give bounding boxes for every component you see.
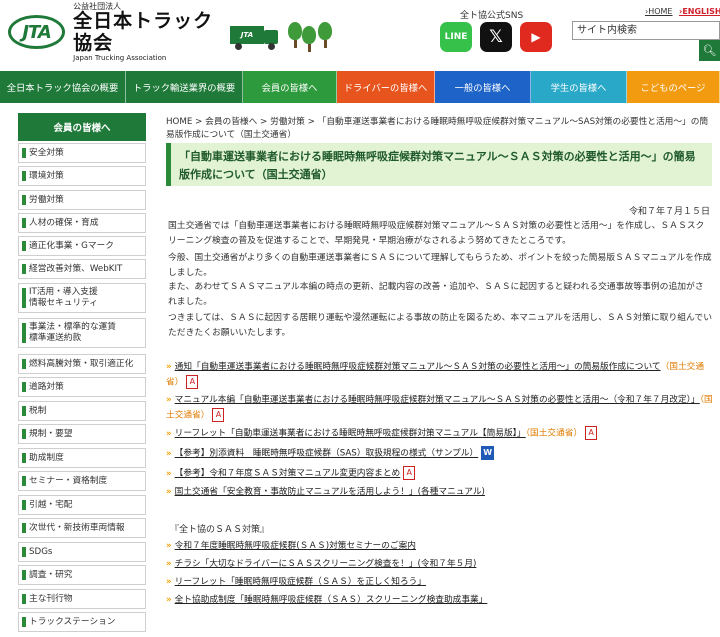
sidebar-item[interactable]: 安全対策 bbox=[18, 143, 146, 163]
site-search-input[interactable] bbox=[572, 21, 720, 40]
sidebar-item[interactable]: 適正化事業・Gマーク bbox=[18, 236, 146, 256]
sidebar-item[interactable]: 税制 bbox=[18, 401, 146, 421]
truck-icon: JTA bbox=[230, 26, 278, 50]
publish-date: 令和７年７月１５日 bbox=[628, 207, 710, 217]
line-icon[interactable]: LINE bbox=[440, 22, 472, 52]
pdf-icon: A bbox=[212, 407, 225, 422]
search-button[interactable]: 🔍︎ bbox=[699, 40, 720, 61]
list-item[interactable]: » 令和７年度睡眠時無呼吸症候群(ＳＡＳ)対策セミナーのご案内 bbox=[166, 540, 714, 554]
pdf-icon: A bbox=[186, 374, 199, 389]
sidebar-item[interactable]: 主な刊行物 bbox=[18, 589, 146, 609]
paragraph: また、あわせてＳＡＳマニュアル本編の時点の更新、記載内容の改善・追加や、ＳＡＳに… bbox=[168, 282, 704, 307]
nav-item-general[interactable]: 一般の皆様へ bbox=[435, 71, 531, 103]
sidebar-item[interactable]: SDGs bbox=[18, 542, 146, 562]
list-item[interactable]: » 国土交通省「安全教育・事故防止マニュアルを活用しよう！」(各種マニュアル) bbox=[166, 486, 714, 500]
nav-item-drivers[interactable]: ドライバーの皆様へ bbox=[337, 71, 435, 103]
english-link[interactable]: ›ENGLISH bbox=[679, 7, 720, 16]
pdf-icon: A bbox=[403, 466, 416, 480]
list-item[interactable]: » チラシ「大切なドライバーにＳＡＳスクリーニング検査を！」(令和７年５月) bbox=[166, 558, 714, 572]
sidebar-item[interactable]: 事業法・標準的な運賃 標準運送約款 bbox=[18, 318, 146, 348]
x-icon[interactable]: 𝕏 bbox=[480, 22, 512, 52]
sidebar-item[interactable]: 労働対策 bbox=[18, 190, 146, 210]
tree-icon bbox=[288, 22, 302, 48]
youtube-icon[interactable]: ▶ bbox=[520, 22, 552, 52]
sidebar-heading: 会員の皆様へ bbox=[18, 113, 146, 141]
sas-section-heading: 『全ト協のＳＡＳ対策』 bbox=[170, 525, 270, 535]
logo-english: Japan Trucking Association bbox=[73, 54, 167, 63]
sidebar-item[interactable]: 人材の確保・育成 bbox=[18, 213, 146, 233]
paragraph: つきましては、ＳＡＳに起因する居眠り運転や漫然運転による事故の防止を図るため、本… bbox=[168, 313, 713, 338]
sidebar-item[interactable]: 燃料高騰対策・取引適正化 bbox=[18, 354, 146, 374]
jta-logo-mark: JTA bbox=[8, 15, 66, 49]
logo-title: 全日本トラック協会 bbox=[73, 9, 214, 54]
breadcrumb[interactable]: HOME > 会員の皆様へ > 労働対策 > 「自動車運送事業者における睡眠時無… bbox=[166, 116, 714, 141]
home-link[interactable]: ›HOME bbox=[645, 7, 672, 16]
sns-label: 全ト協公式SNS bbox=[460, 11, 524, 21]
list-item[interactable]: » 全ト協助成制度「睡眠時無呼吸症候群（ＳＡＳ）スクリーニング検査助成事業」 bbox=[166, 594, 714, 608]
sidebar-item[interactable]: 次世代・新技術車両情報 bbox=[18, 518, 146, 538]
list-item[interactable]: » リーフレット「睡眠時無呼吸症候群（ＳＡＳ）を正しく知ろう」 bbox=[166, 576, 714, 590]
paragraph: 国土交通省では「自動車運送事業者における睡眠時無呼吸症候群対策マニュアル～ＳＡＳ… bbox=[168, 221, 705, 246]
nav-item-kids[interactable]: こどものページ bbox=[627, 71, 720, 103]
global-nav: 全日本トラック協会の概要 トラック輸送業界の概要 会員の皆様へ ドライバーの皆様… bbox=[0, 71, 720, 103]
pdf-icon: A bbox=[585, 426, 598, 440]
sidebar-item[interactable]: 道路対策 bbox=[18, 377, 146, 397]
site-logo[interactable]: JTA 公益社団法人 全日本トラック協会 Japan Trucking Asso… bbox=[8, 2, 232, 62]
tree-icon bbox=[318, 22, 332, 48]
paragraph: 今般、国土交通省がより多くの自動車運送事業者にＳＡＳについて理解してもらうため、… bbox=[168, 253, 712, 278]
nav-item-about[interactable]: 全日本トラック協会の概要 bbox=[0, 71, 126, 103]
sidebar-item[interactable]: 環境対策 bbox=[18, 166, 146, 186]
tree-icon bbox=[302, 26, 316, 52]
page-title: 「自動車運送事業者における睡眠時無呼吸症候群対策マニュアル～ＳＡＳ対策の必要性と… bbox=[166, 143, 712, 186]
site-header: JTA 公益社団法人 全日本トラック協会 Japan Trucking Asso… bbox=[0, 0, 720, 70]
list-item[interactable]: » 【参考】別添資料 睡眠時無呼吸症候群（SAS）取扱規程の様式（サンプル） W bbox=[166, 446, 714, 461]
sidebar-item[interactable]: トラックステーション bbox=[18, 612, 146, 632]
nav-item-students[interactable]: 学生の皆様へ bbox=[531, 71, 627, 103]
word-icon: W bbox=[481, 446, 495, 460]
search-icon: 🔍︎ bbox=[702, 44, 717, 57]
list-item[interactable]: » 通知「自動車運送事業者における睡眠時無呼吸症候群対策マニュアル～ＳＡＳ対策の必… bbox=[166, 361, 714, 390]
sidebar-item[interactable]: 調査・研究 bbox=[18, 565, 146, 585]
list-item[interactable]: » マニュアル本編「自動車運送事業者における睡眠時無呼吸症候群対策マニュアル～ＳＡ… bbox=[166, 394, 714, 423]
list-item[interactable]: » リーフレット「自動車運送事業者における睡眠時無呼吸症候群対策マニュアル【簡易版… bbox=[166, 426, 714, 441]
sidebar-item[interactable]: 規制・要望 bbox=[18, 424, 146, 444]
list-item[interactable]: » 【参考】令和７年度ＳＡＳ対策マニュアル変更内容まとめ A bbox=[166, 466, 714, 481]
sidebar: 会員の皆様へ bbox=[18, 113, 146, 141]
sidebar-item[interactable]: 経営改善対策、WebKIT bbox=[18, 259, 146, 279]
sidebar-item[interactable]: IT活用・導入支援 情報セキュリティ bbox=[18, 283, 146, 313]
top-links: ›HOME ›ENGLISH bbox=[645, 7, 720, 16]
nav-item-members[interactable]: 会員の皆様へ bbox=[243, 71, 337, 103]
nav-item-industry[interactable]: トラック輸送業界の概要 bbox=[126, 71, 243, 103]
sidebar-item[interactable]: 助成制度 bbox=[18, 448, 146, 468]
sidebar-item[interactable]: セミナー・資格制度 bbox=[18, 471, 146, 491]
sidebar-item[interactable]: 引越・宅配 bbox=[18, 495, 146, 515]
